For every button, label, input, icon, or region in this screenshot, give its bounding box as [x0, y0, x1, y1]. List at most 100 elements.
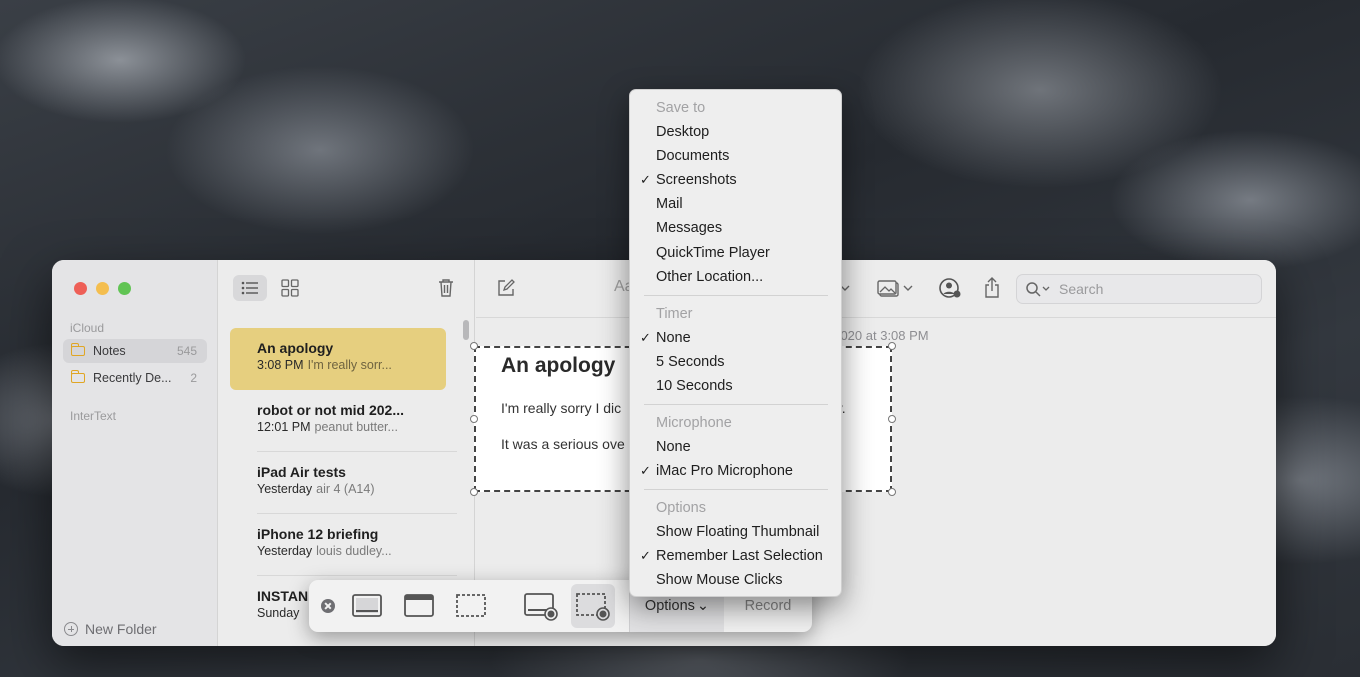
menu-item-label: Show Mouse Clicks: [656, 572, 783, 588]
capture-entire-screen-button[interactable]: [345, 584, 389, 628]
list-view-button[interactable]: [233, 275, 267, 301]
trash-icon: [439, 279, 453, 297]
menu-item-show-mouse-clicks[interactable]: Show Mouse Clicks: [630, 568, 841, 592]
menu-item-other-location[interactable]: Other Location...: [630, 265, 841, 289]
close-toolbar-button[interactable]: [321, 599, 335, 613]
note-list-item[interactable]: iPad Air tests Yesterday air 4 (A14): [230, 452, 446, 514]
note-title: iPhone 12 briefing: [257, 526, 379, 542]
list-view-icon: [241, 281, 258, 295]
menu-item-remember-last-selection[interactable]: ✓ Remember Last Selection: [630, 544, 841, 568]
options-menu: Save to Desktop Documents ✓ Screenshots M…: [629, 89, 842, 597]
photo-icon: [877, 280, 913, 297]
compose-button[interactable]: [494, 276, 518, 300]
search-input[interactable]: Search: [1016, 274, 1262, 304]
close-window-button[interactable]: [74, 282, 87, 295]
capture-window-icon: [404, 594, 434, 617]
options-label: Options: [644, 598, 695, 614]
menu-item-label: Documents: [656, 148, 730, 164]
search-placeholder: Search: [1059, 281, 1104, 297]
sidebar: iCloud Notes 545 Recently De... 2 InterT…: [52, 260, 218, 646]
note-body-line: It was a serious ove: [501, 436, 625, 452]
record-screen-icon: [524, 593, 558, 621]
selection-handle[interactable]: [888, 415, 896, 423]
folder-icon: [70, 370, 85, 383]
selection-handle[interactable]: [888, 342, 896, 350]
checkmark-icon: ✓: [640, 172, 651, 187]
menu-item-label: Desktop: [656, 124, 710, 140]
selection-handle[interactable]: [888, 488, 896, 496]
menu-item-10-seconds[interactable]: 10 Seconds: [630, 374, 841, 398]
sidebar-item-label: Recently De...: [93, 371, 172, 385]
collaborate-icon: [939, 278, 961, 298]
menu-item-mail[interactable]: Mail: [630, 192, 841, 216]
menu-header-microphone: Microphone: [656, 415, 732, 431]
menu-item-label: 10 Seconds: [656, 378, 733, 394]
note-list-item[interactable]: iPhone 12 briefing Yesterday louis dudley…: [230, 514, 446, 576]
record-selection-button[interactable]: [571, 584, 615, 628]
minimize-window-button[interactable]: [96, 282, 109, 295]
menu-item-label: iMac Pro Microphone: [656, 463, 793, 479]
menu-item-quicktime-player[interactable]: QuickTime Player: [630, 241, 841, 265]
note-time: Yesterday: [257, 482, 313, 496]
menu-item-label: QuickTime Player: [656, 245, 770, 261]
share-icon: [985, 277, 999, 298]
gallery-view-icon: [281, 279, 299, 297]
menu-item-messages[interactable]: Messages: [630, 216, 841, 240]
selection-handle[interactable]: [470, 415, 478, 423]
menu-header-timer: Timer: [656, 306, 693, 322]
note-heading: An apology: [501, 354, 616, 377]
menu-item-documents[interactable]: Documents: [630, 144, 841, 168]
note-title: An apology: [257, 340, 334, 356]
folder-count: 545: [176, 344, 197, 358]
note-title: iPad Air tests: [257, 464, 346, 480]
checkmark-icon: ✓: [640, 463, 651, 478]
capture-entire-screen-icon: [352, 594, 382, 617]
menu-item-5-seconds[interactable]: 5 Seconds: [630, 350, 841, 374]
menu-item-label: Remember Last Selection: [656, 548, 823, 564]
capture-selection-button[interactable]: [449, 584, 493, 628]
selection-handle[interactable]: [470, 488, 478, 496]
note-preview: I'm really sorr...: [307, 358, 392, 372]
sidebar-item-recently-deleted[interactable]: Recently De... 2: [63, 366, 207, 390]
folder-count: 2: [190, 371, 197, 385]
menu-header-save-to: Save to: [656, 100, 706, 116]
folder-icon: [70, 343, 85, 356]
share-button[interactable]: [980, 274, 1004, 302]
scrollbar-thumb[interactable]: [463, 320, 469, 340]
editor-toolbar: Aa Search: [476, 260, 1276, 318]
record-entire-screen-button[interactable]: [519, 584, 563, 628]
media-button[interactable]: [876, 276, 916, 300]
delete-note-button[interactable]: [431, 275, 461, 301]
new-folder-label: New Folder: [85, 621, 157, 637]
zoom-window-button[interactable]: [118, 282, 131, 295]
menu-item-screenshots[interactable]: ✓ Screenshots: [630, 168, 841, 192]
chevron-down-icon: ⌄: [696, 598, 710, 614]
new-folder-button[interactable]: New Folder: [64, 621, 157, 637]
note-time: 12:01 PM: [257, 420, 311, 434]
checkmark-icon: ✓: [640, 548, 651, 563]
note-list-item[interactable]: robot or not mid 202... 12:01 PM peanut b…: [230, 390, 446, 452]
menu-separator: [644, 489, 828, 490]
menu-item-desktop[interactable]: Desktop: [630, 120, 841, 144]
note-list-item[interactable]: An apology 3:08 PM I'm really sorr...: [230, 328, 446, 390]
sidebar-item-notes[interactable]: Notes 545: [63, 339, 207, 363]
menu-item-show-floating-thumbnail[interactable]: Show Floating Thumbnail: [630, 520, 841, 544]
collaborate-button[interactable]: [936, 276, 964, 300]
menu-item-label: Mail: [656, 196, 683, 212]
search-icon: [1026, 282, 1050, 297]
menu-item-microphone-none[interactable]: None: [630, 435, 841, 459]
menu-item-timer-none[interactable]: ✓ None: [630, 326, 841, 350]
menu-item-label: Screenshots: [656, 172, 737, 188]
record-selection-icon: [576, 593, 610, 621]
menu-separator: [644, 404, 828, 405]
note-time: Sunday: [257, 606, 300, 620]
menu-item-label: None: [656, 330, 691, 346]
sidebar-section-icloud: iCloud: [70, 321, 105, 335]
note-preview: louis dudley...: [316, 544, 392, 558]
capture-window-button[interactable]: [397, 584, 441, 628]
selection-handle[interactable]: [470, 342, 478, 350]
gallery-view-button[interactable]: [273, 275, 307, 301]
menu-item-imac-pro-microphone[interactable]: ✓ iMac Pro Microphone: [630, 459, 841, 483]
menu-separator: [644, 295, 828, 296]
menu-item-label: 5 Seconds: [656, 354, 725, 370]
